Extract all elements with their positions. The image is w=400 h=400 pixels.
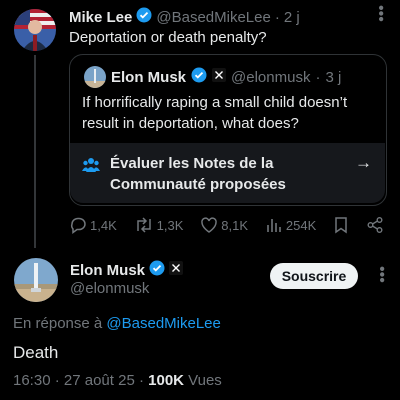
analytics-icon [267,219,281,232]
repost-button[interactable]: 1,3K [134,216,184,234]
avatar-elon-musk[interactable] [14,258,58,302]
avatar-mike-lee[interactable] [14,9,56,51]
parent-tweet-header: Mike Lee @BasedMikeLee · 2 j [69,7,300,27]
main-handle[interactable]: @elonmusk [70,280,149,297]
more-dots-icon[interactable]: ••• [372,266,390,283]
repost-count: 1,3K [156,217,184,233]
main-author-name[interactable]: Elon Musk [70,262,145,279]
quoted-tweet-header: Elon Musk @elonmusk · 3 j [84,66,341,88]
x-affiliate-badge-icon [169,261,184,279]
repost-icon [136,217,151,233]
separator: · [315,68,321,86]
bookmark-button[interactable] [333,216,349,234]
tweet-date[interactable]: 27 août 25 [64,372,135,389]
share-button[interactable] [366,216,384,234]
like-count: 8,1K [221,217,248,233]
verified-badge-icon [149,260,165,280]
verified-badge-icon [136,7,152,27]
views-count: 254K [285,217,317,233]
reply-icon [70,217,86,234]
heart-icon [201,217,218,233]
main-tweet-text: Death [13,343,59,362]
verified-badge-icon [191,67,207,87]
avatar-elon-musk-small [84,66,106,88]
like-button[interactable]: 8,1K [200,216,248,234]
x-affiliate-badge-icon [212,68,227,86]
action-bar: 1,4K 1,3K 8,1K 254K [69,216,384,234]
reply-to-link[interactable]: @BasedMikeLee [106,315,220,332]
subscribe-button[interactable]: Souscrire [270,263,358,289]
quoted-tweet-text: If horrifically raping a small child doe… [82,94,348,132]
quoted-author-name: Elon Musk [111,68,187,86]
parent-tweet-text: Deportation or death penalty? [69,29,267,46]
parent-handle[interactable]: @BasedMikeLee [156,9,270,26]
separator: · [138,372,144,389]
reply-count: 1,4K [90,217,117,233]
reply-button[interactable]: 1,4K [69,216,117,234]
share-icon [367,217,383,233]
separator: · [274,8,280,26]
more-dots-icon[interactable]: ••• [371,5,389,22]
views-label: Vues [188,372,222,389]
tweet-metadata: 16:30 · 27 août 25 · 100K Vues [13,372,222,389]
quoted-time: 3 j [325,68,342,86]
thread-line [34,55,36,248]
tweet-time[interactable]: 16:30 [13,372,51,389]
main-tweet-header: Elon Musk [70,260,184,280]
reply-prefix: En réponse à [13,315,103,332]
separator: · [54,372,60,389]
parent-time[interactable]: 2 j [284,9,300,26]
views-total: 100K [148,372,184,389]
community-notes-icon [82,157,100,178]
arrow-right-icon[interactable]: → [355,153,372,173]
quoted-handle: @elonmusk [231,68,311,86]
reply-context: En réponse à @BasedMikeLee [13,315,221,332]
views-button[interactable]: 254K [265,216,316,234]
bookmark-icon [335,217,347,234]
community-notes-label: Évaluer les Notes de la Communauté propo… [110,155,286,193]
parent-author-name[interactable]: Mike Lee [69,9,132,26]
